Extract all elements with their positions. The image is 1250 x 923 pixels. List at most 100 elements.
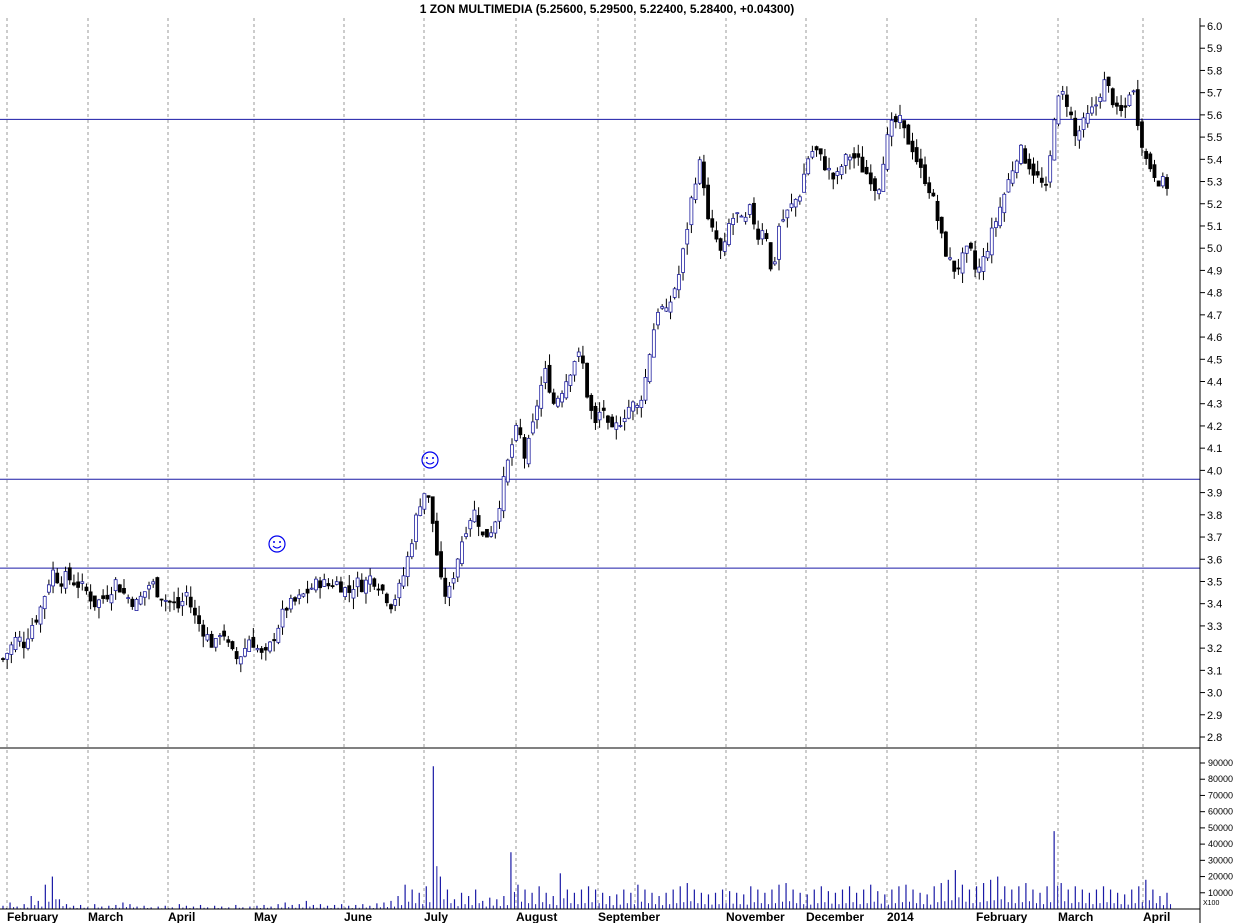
candle-body <box>672 288 677 298</box>
candle-body <box>885 134 890 170</box>
candle-body <box>643 377 648 401</box>
candle-body <box>881 163 886 192</box>
candle-body <box>868 172 873 185</box>
chart-title: 1 ZON MULTIMEDIA (5.25600, 5.29500, 5.22… <box>420 2 795 16</box>
candle-body <box>981 256 986 272</box>
price-tick-label: 2.9 <box>1207 710 1222 722</box>
candle-body <box>80 581 85 584</box>
candle-body <box>339 581 343 593</box>
month-label: April <box>168 910 195 923</box>
candle-body <box>439 551 443 578</box>
price-tick-label: 4.8 <box>1207 288 1222 300</box>
candle-body <box>1010 170 1015 184</box>
candle-body <box>172 601 176 604</box>
candle-body <box>480 531 485 536</box>
price-tick-label: 3.0 <box>1207 688 1222 700</box>
price-tick-label: 3.4 <box>1207 599 1222 611</box>
month-label: November <box>726 910 785 923</box>
candle-body <box>9 644 14 655</box>
price-tick-label: 4.4 <box>1207 377 1222 389</box>
candle-body <box>547 364 552 393</box>
candle-body <box>581 355 585 364</box>
candle-body <box>55 572 60 584</box>
candle-body <box>1027 158 1032 170</box>
candle-body <box>756 228 761 240</box>
price-tick-label: 4.1 <box>1207 443 1222 455</box>
price-tick-label: 3.5 <box>1207 576 1222 588</box>
price-tick-label: 3.7 <box>1207 532 1222 544</box>
stock-chart: 1 ZON MULTIMEDIA (5.25600, 5.29500, 5.22… <box>0 0 1250 923</box>
candle-body <box>852 153 856 159</box>
candle-body <box>560 393 564 403</box>
price-tick-label: 3.3 <box>1207 621 1222 633</box>
candle-body <box>284 607 289 611</box>
candle-body <box>142 591 147 598</box>
candle-body <box>739 215 744 218</box>
candle-body <box>551 392 556 404</box>
candle-body <box>230 641 235 650</box>
candle-body <box>626 406 631 419</box>
candle-body <box>676 274 681 291</box>
candle-body <box>589 394 594 411</box>
candle-body <box>593 405 598 424</box>
candle-body <box>818 148 823 155</box>
candle-body <box>397 582 402 599</box>
candle-body <box>288 597 293 610</box>
candle-body <box>314 578 318 591</box>
candle-body <box>159 598 164 601</box>
candle-body <box>848 156 852 161</box>
candle-body <box>30 625 35 639</box>
month-label: March <box>88 910 123 923</box>
candle-body <box>1140 121 1144 148</box>
candle-body <box>543 368 548 383</box>
candle-body <box>92 595 97 608</box>
candle-body <box>234 651 239 660</box>
candle-body <box>364 579 368 594</box>
candle-body <box>1156 180 1161 187</box>
candle-body <box>964 245 969 254</box>
candle-body <box>368 575 373 585</box>
candle-body <box>764 233 769 240</box>
candle-body <box>259 648 264 653</box>
candle-body <box>268 641 272 652</box>
price-tick-label: 3.1 <box>1207 665 1222 677</box>
candle-body <box>973 250 977 270</box>
candle-body <box>622 418 627 423</box>
month-label: March <box>1058 910 1093 923</box>
candle-body <box>309 587 314 590</box>
candle-body <box>418 506 423 516</box>
candle-body <box>1085 113 1090 124</box>
candle-body <box>510 444 514 458</box>
candle-body <box>564 381 569 399</box>
price-tick-label: 4.6 <box>1207 332 1222 344</box>
volume-tick-label: 90000 <box>1208 758 1233 768</box>
candle-body <box>238 656 243 665</box>
price-tick-label: 3.9 <box>1207 488 1222 500</box>
candle-body <box>1152 164 1157 178</box>
candle-body <box>860 156 865 173</box>
month-label: February <box>976 910 1028 923</box>
candle-body <box>88 591 93 602</box>
candle-body <box>555 397 560 407</box>
candle-body <box>134 599 139 611</box>
candle-body <box>13 637 18 651</box>
candle-body <box>138 595 143 605</box>
candle-body <box>372 578 377 587</box>
candle-body <box>451 578 456 584</box>
candle-body <box>943 231 948 257</box>
candle-body <box>898 115 902 123</box>
candle-body <box>105 594 110 600</box>
price-tick-label: 5.2 <box>1207 199 1222 211</box>
candle-body <box>1073 117 1078 137</box>
candle-body <box>193 607 197 616</box>
candle-body <box>46 584 51 593</box>
candle-body <box>522 437 527 459</box>
candle-body <box>526 437 531 465</box>
month-label: August <box>516 910 557 923</box>
candle-body <box>84 586 89 592</box>
candle-body <box>797 196 802 202</box>
candle-body <box>777 225 781 260</box>
candle-body <box>472 509 477 523</box>
candle-body <box>735 212 740 215</box>
candle-body <box>660 306 665 309</box>
